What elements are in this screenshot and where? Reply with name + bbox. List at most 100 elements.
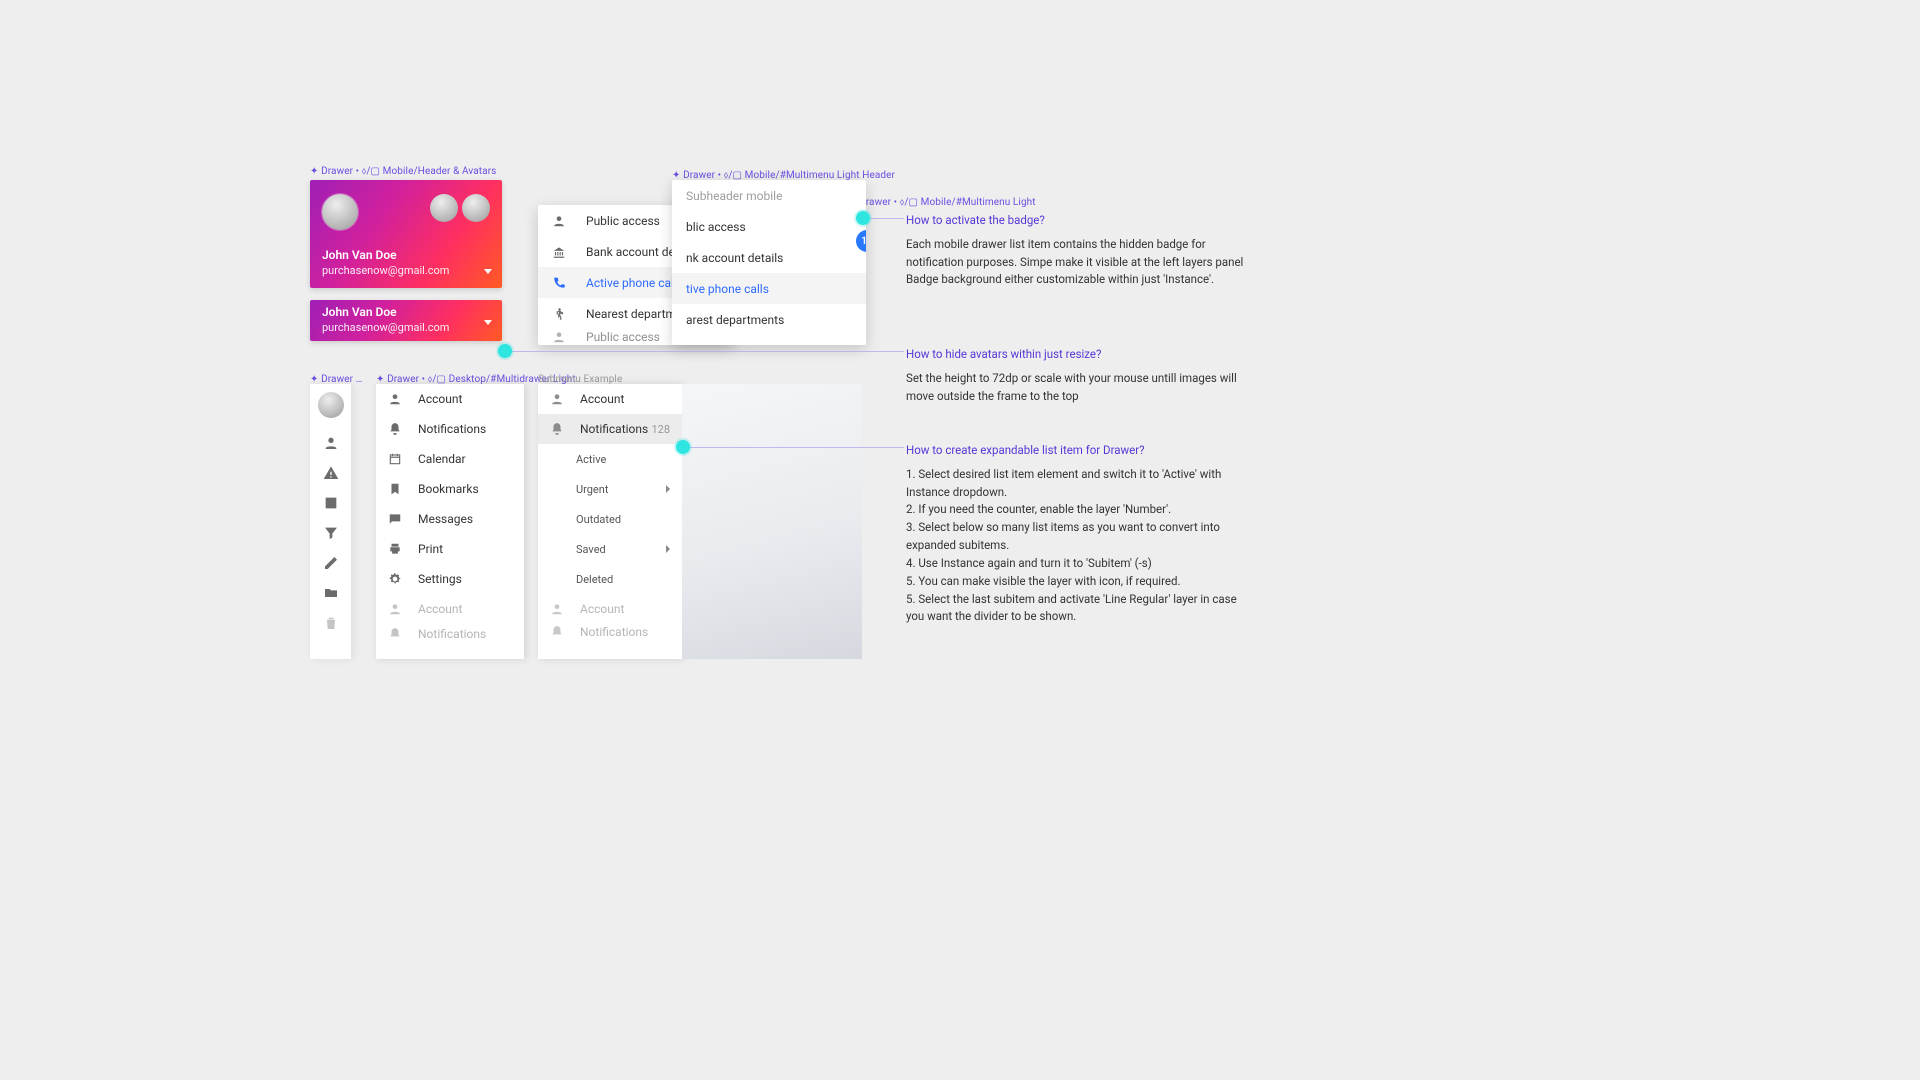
- subitem-active[interactable]: Active: [538, 444, 682, 474]
- annotation-expandable: How to create expandable list item for D…: [906, 442, 1246, 626]
- drawer-row-account[interactable]: Account: [376, 384, 524, 414]
- drawer-header-small[interactable]: John Van Doe purchasenow@gmail.com: [310, 300, 502, 341]
- drawer-label: Messages: [418, 512, 473, 526]
- chevron-right-icon: [666, 485, 670, 493]
- submenu-row-notifications-fade[interactable]: Notifications: [538, 624, 682, 640]
- drawer-row-bookmarks[interactable]: Bookmarks: [376, 474, 524, 504]
- user-name: John Van Doe: [322, 248, 474, 264]
- bell-icon: [550, 625, 568, 639]
- drawer-label: Print: [418, 542, 443, 556]
- avatar[interactable]: [318, 392, 344, 418]
- figma-canvas: ✦ Drawer • ⬨/▢ Mobile/Header & Avatars ✦…: [310, 168, 1610, 668]
- drawer-row-settings[interactable]: Settings: [376, 564, 524, 594]
- submenu-example: Account Notifications 128 Active Urgent …: [538, 384, 682, 659]
- user-name: John Van Doe: [322, 305, 474, 321]
- bell-icon: [550, 422, 568, 436]
- drawer-row-print[interactable]: Print: [376, 534, 524, 564]
- avatar-alt-1[interactable]: [430, 194, 458, 222]
- drawer-label: Bookmarks: [418, 482, 479, 496]
- menu-row[interactable]: nk account details: [672, 242, 866, 273]
- annotation-avatars-resize: How to hide avatars within just resize? …: [906, 346, 1246, 405]
- connector-dot: [856, 211, 870, 225]
- desktop-multidrawer-light: Account Notifications Calendar Bookmarks…: [376, 384, 524, 659]
- annotation-heading: How to create expandable list item for D…: [906, 442, 1246, 460]
- menu-label: tive phone calls: [686, 282, 852, 296]
- annotation-heading: How to activate the badge?: [906, 212, 1246, 230]
- drawer-header-large[interactable]: John Van Doe purchasenow@gmail.com: [310, 180, 502, 288]
- drawer-label: Calendar: [418, 452, 466, 466]
- subitem-outdated[interactable]: Outdated: [538, 504, 682, 534]
- submenu-label: Account: [580, 602, 624, 616]
- annotation-line: 3. Select below so many list items as yo…: [906, 519, 1246, 555]
- filter-icon[interactable]: [322, 524, 340, 542]
- person-icon: [388, 602, 406, 616]
- bell-icon: [388, 627, 406, 641]
- subitem-deleted[interactable]: Deleted: [538, 564, 682, 594]
- drawer-row-notifications[interactable]: Notifications: [376, 414, 524, 444]
- edit-icon[interactable]: [322, 554, 340, 572]
- person-icon: [550, 392, 568, 406]
- drawer-row-calendar[interactable]: Calendar: [376, 444, 524, 474]
- drawer-row-account-fade[interactable]: Account: [376, 594, 524, 624]
- frame-label-header-avatars: ✦ Drawer • ⬨/▢ Mobile/Header & Avatars: [310, 166, 496, 177]
- avatar-alt-2[interactable]: [462, 194, 490, 222]
- walk-icon: [552, 307, 572, 321]
- subitem-saved[interactable]: Saved: [538, 534, 682, 564]
- submenu-label: Notifications: [580, 625, 648, 639]
- frame-label-multimenu-light: ✦ Drawer • ⬨/▢ Mobile/#Multimenu Light: [848, 197, 1036, 208]
- header-text: John Van Doe purchasenow@gmail.com: [322, 248, 474, 278]
- bookmark-icon: [388, 482, 406, 496]
- menu-row[interactable]: tive phone calls: [672, 273, 866, 304]
- menu-label: nk account details: [686, 251, 852, 265]
- neutral-backdrop: [682, 384, 862, 659]
- drawer-row-messages[interactable]: Messages: [376, 504, 524, 534]
- drawer-row-notifications-fade[interactable]: Notifications: [376, 624, 524, 644]
- mobile-multimenu-light-header: Subheader mobile blic access nk account …: [672, 180, 866, 345]
- header-text: John Van Doe purchasenow@gmail.com: [322, 305, 474, 335]
- drawer-mini-rail: [310, 384, 351, 659]
- annotation-line: 2. If you need the counter, enable the l…: [906, 501, 1246, 519]
- bank-icon: [552, 245, 572, 259]
- annotation-line: 5. You can make visible the layer with i…: [906, 573, 1246, 591]
- connector-line: [868, 218, 904, 219]
- person-icon: [388, 392, 406, 406]
- connector-line: [688, 447, 904, 448]
- annotation-line: 4. Use Instance again and turn it to 'Su…: [906, 555, 1246, 573]
- person-icon: [552, 330, 572, 344]
- annotation-line: 5. Select the last subitem and activate …: [906, 591, 1246, 627]
- connector-dot: [498, 344, 512, 358]
- drawer-label: Settings: [418, 572, 462, 586]
- submenu-row-notifications[interactable]: Notifications 128: [538, 414, 682, 444]
- account-dropdown-icon[interactable]: [484, 320, 492, 325]
- folder-icon[interactable]: [322, 584, 340, 602]
- drawer-label: Notifications: [418, 422, 486, 436]
- gear-icon: [388, 572, 406, 586]
- delete-icon[interactable]: [322, 614, 340, 632]
- subitem-urgent[interactable]: Urgent: [538, 474, 682, 504]
- annotation-line: 1. Select desired list item element and …: [906, 466, 1246, 502]
- drawer-label: Account: [418, 392, 462, 406]
- drawer-label: Account: [418, 602, 462, 616]
- image-icon[interactable]: [322, 494, 340, 512]
- submenu-label: Account: [580, 392, 624, 406]
- person-icon: [552, 214, 572, 228]
- drawer-label: Notifications: [418, 627, 486, 641]
- menu-row[interactable]: arest departments: [672, 304, 866, 335]
- annotation-badge: How to activate the badge? Each mobile d…: [906, 212, 1246, 289]
- account-dropdown-icon[interactable]: [484, 269, 492, 274]
- submenu-row-account-fade[interactable]: Account: [538, 594, 682, 624]
- annotation-body: Set the height to 72dp or scale with you…: [906, 370, 1246, 406]
- menu-label: blic access: [686, 220, 852, 234]
- message-icon: [388, 512, 406, 526]
- menu-row[interactable]: blic access: [672, 211, 866, 242]
- connector-dot: [676, 440, 690, 454]
- annotation-body: Each mobile drawer list item contains th…: [906, 236, 1246, 289]
- user-email: purchasenow@gmail.com: [322, 264, 474, 278]
- print-icon: [388, 542, 406, 556]
- chevron-right-icon: [666, 545, 670, 553]
- avatar[interactable]: [322, 194, 358, 230]
- person-icon[interactable]: [322, 434, 340, 452]
- menu-label: arest departments: [686, 313, 852, 327]
- submenu-row-account[interactable]: Account: [538, 384, 682, 414]
- warning-icon[interactable]: [322, 464, 340, 482]
